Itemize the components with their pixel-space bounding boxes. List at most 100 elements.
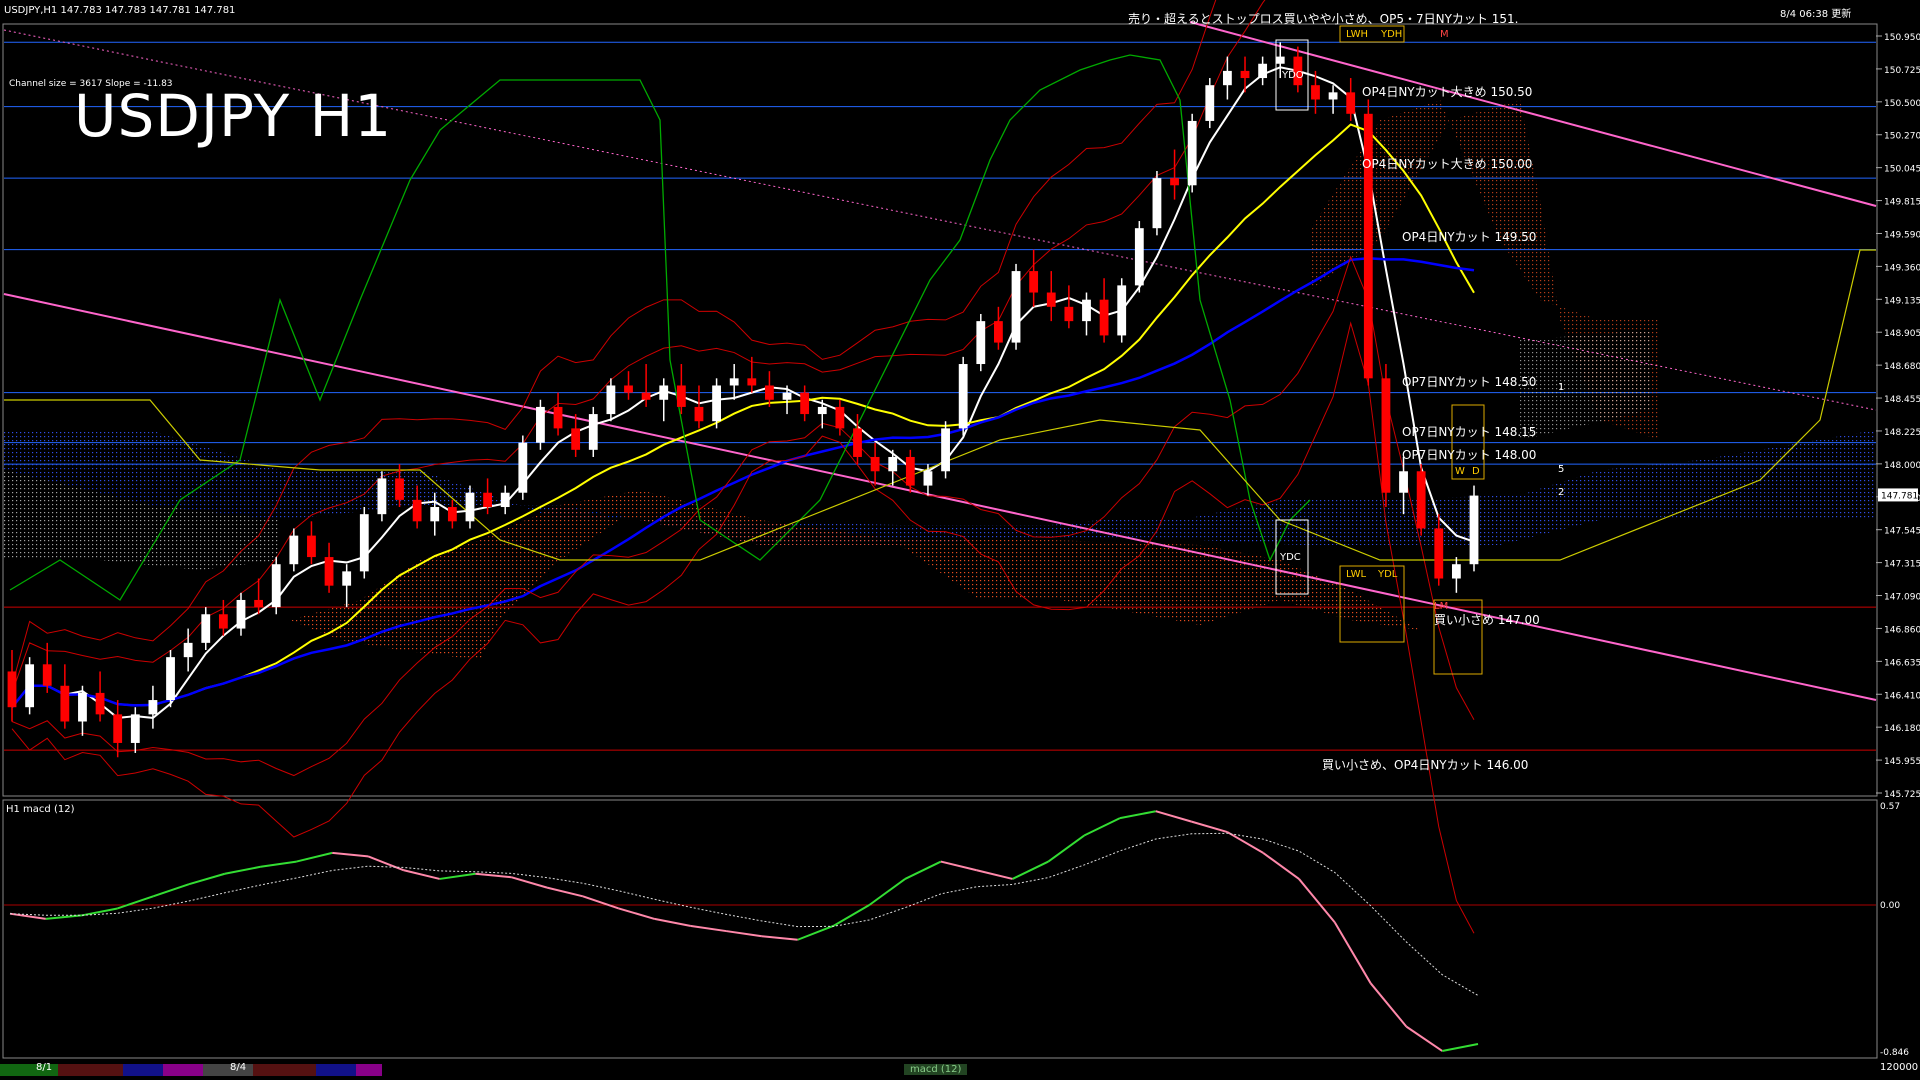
candle-body [588, 414, 598, 450]
bear-candle [95, 671, 105, 722]
macd-segment-up [833, 904, 870, 927]
macd-segment-up [117, 895, 154, 910]
candle-body [447, 507, 457, 522]
candle-body [1469, 495, 1479, 565]
annotation-op4-149-50: OP4日NYカット 149.50 [1402, 230, 1537, 244]
bear-candle [1363, 99, 1373, 386]
bull-candle [201, 607, 211, 651]
macd-panel [4, 810, 1876, 1052]
candle-body [1258, 63, 1268, 79]
candle-body [1064, 306, 1074, 322]
candle-body [1399, 471, 1408, 493]
candle-body [1152, 178, 1162, 229]
bull-candle [1451, 557, 1461, 593]
bull-candle [536, 399, 545, 450]
macd-segment-down [690, 924, 727, 933]
candle-body [342, 571, 352, 586]
bull-candle [712, 378, 721, 429]
price-tick-label: 150.950 [1884, 33, 1920, 43]
price-tick-label: 150.045 [1884, 165, 1920, 175]
candle-body [254, 599, 264, 608]
macd-segment-down [1155, 810, 1192, 823]
candle-body [659, 385, 669, 400]
time-axis-bar: 8/1 8/4 macd (12) 120000 [0, 1062, 1920, 1080]
candle-body [25, 664, 35, 708]
candle-body [78, 692, 87, 722]
bear-candle [571, 414, 581, 457]
candle-body [7, 671, 17, 708]
label-lm: LM [1434, 601, 1449, 612]
price-tick-label: 149.815 [1884, 198, 1920, 208]
candle-body [941, 428, 950, 472]
bull-candle [1152, 170, 1162, 236]
bear-candle [1381, 364, 1391, 508]
candle-body [729, 378, 739, 386]
candle-body [1029, 271, 1039, 293]
candle-body [1170, 178, 1179, 186]
candle-body [166, 657, 175, 701]
macd-segment-down [1226, 831, 1264, 854]
candle-body [1240, 70, 1250, 79]
price-tick-label: 148.680 [1884, 362, 1920, 372]
price-tick-label: 147.090 [1884, 593, 1920, 603]
ichimoku-cloud [4, 100, 1876, 660]
candle-body [923, 471, 933, 486]
bull-candle [377, 471, 387, 522]
bull-candle [130, 707, 140, 753]
bear-candle [60, 664, 70, 729]
bear-candle [1416, 464, 1426, 536]
candle-body [307, 535, 316, 558]
annotation-buy-147-00: 買い小さめ 147.00 [1434, 613, 1540, 627]
macd-segment-up [868, 878, 906, 906]
candle-body [817, 406, 827, 415]
bull-candle [148, 685, 158, 729]
candle-body [483, 492, 492, 508]
annotation-op7-148-15: OP7日NYカット 148.15 [1402, 425, 1537, 439]
macd-tab[interactable]: macd (12) [904, 1064, 968, 1075]
macd-segment-down [940, 860, 977, 872]
bull-candle [500, 485, 510, 515]
candle-body [1134, 228, 1144, 286]
macd-segment-up [45, 914, 82, 920]
macd-segment-down [618, 907, 655, 920]
bear-candle [1046, 271, 1056, 322]
annotation-op4-150-50: OP4日NYカット大きめ 150.50 [1362, 85, 1533, 99]
candle-body [500, 492, 510, 508]
bear-candle [7, 650, 17, 722]
bull-candle [359, 507, 369, 579]
day-segment-6 [253, 1064, 316, 1076]
macd-segment-down [367, 855, 405, 872]
macd-segment-up [152, 883, 190, 898]
price-tick-label: 150.500 [1884, 99, 1920, 109]
price-tick-label: 150.725 [1884, 66, 1920, 76]
candle-body [1311, 85, 1320, 100]
candle-body [606, 385, 616, 415]
price-tick-label: 148.455 [1884, 395, 1920, 405]
candle-body [1434, 528, 1444, 579]
bull-candle [342, 564, 352, 608]
macd-segment-down [332, 851, 369, 858]
candle-body [359, 514, 369, 572]
macd-segment-up [1047, 834, 1085, 863]
bear-candle [483, 478, 492, 515]
top-comment: 売り・超えるとストップロス買いやや小さめ、OP5・7日NYカット 151. [1128, 12, 1519, 26]
bear-candle [1170, 149, 1179, 200]
main-chart[interactable]: 150.950 150.725 150.500 150.270 150.045 149.8… [0, 0, 1920, 1080]
label-d: D [1472, 466, 1480, 477]
bull-candle [236, 592, 246, 636]
candle-body [676, 385, 686, 407]
candle-body [1099, 299, 1109, 336]
bear-candle [676, 364, 686, 415]
macd-segment-down [725, 930, 763, 938]
macd-segment-down [582, 895, 620, 910]
annotation-op4-150-00: OP4日NYカット大きめ 150.00 [1362, 157, 1533, 171]
macd-segment-down [1262, 852, 1300, 880]
macd-segment-up [904, 860, 942, 880]
candle-body [42, 664, 52, 686]
bull-candle [1258, 56, 1268, 86]
bull-candle [1011, 263, 1021, 350]
macd-segment-down [475, 872, 512, 879]
price-tick-label: 149.590 [1884, 230, 1920, 240]
macd-top-value: 0.57 [1880, 802, 1901, 812]
bear-candle [1029, 249, 1039, 307]
